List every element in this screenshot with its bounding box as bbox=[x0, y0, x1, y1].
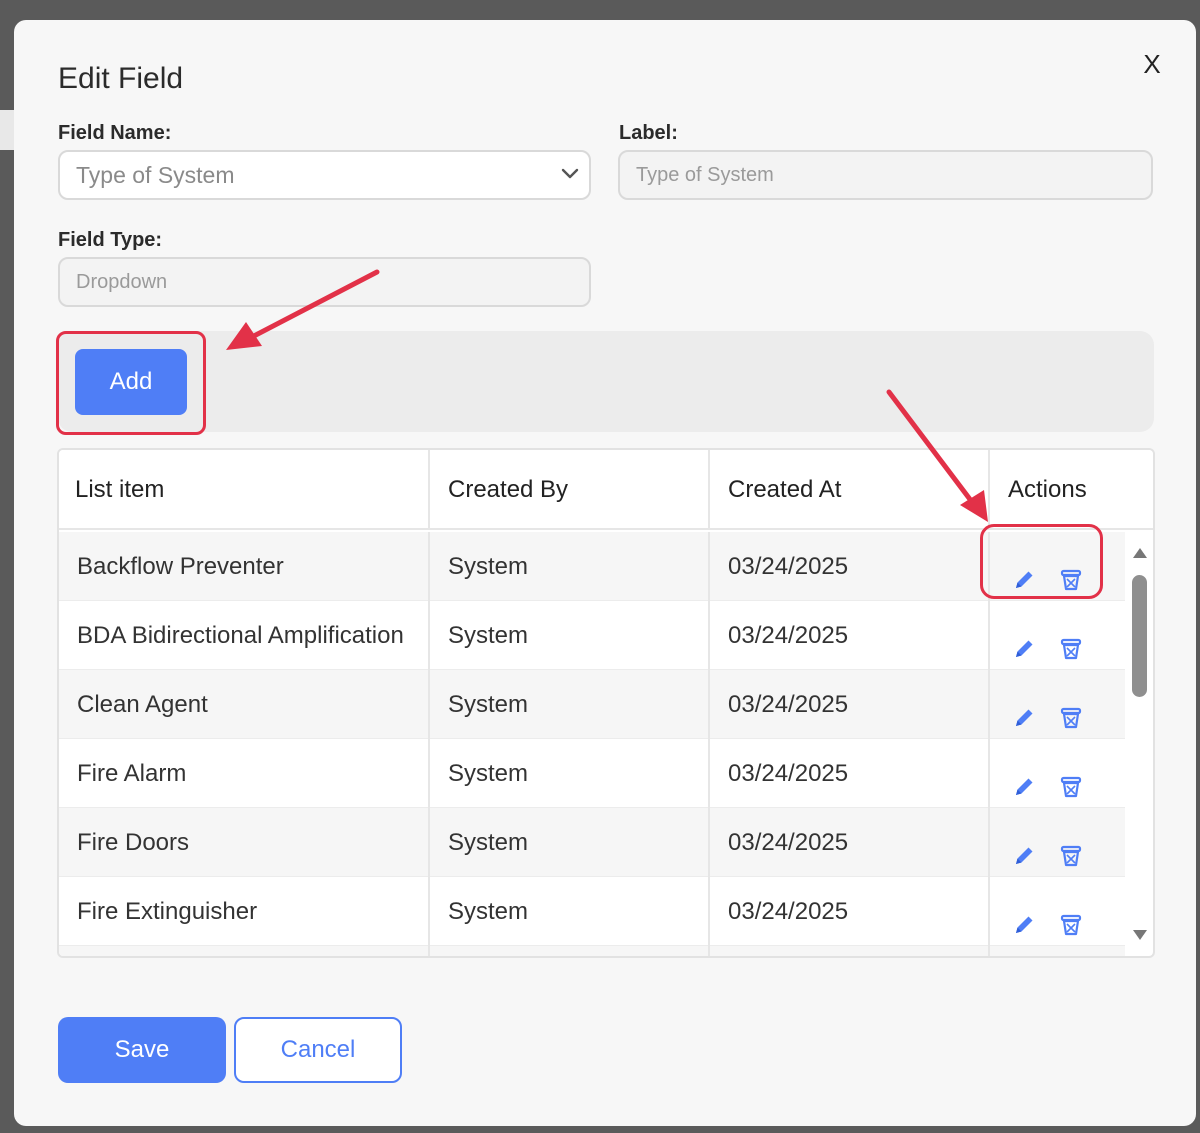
cell-list-item: BDA Bidirectional Amplification bbox=[59, 601, 430, 670]
cell-partial bbox=[59, 946, 430, 956]
scroll-down-arrow-icon[interactable] bbox=[1131, 928, 1149, 942]
cell-created-at: 03/24/2025 bbox=[710, 877, 990, 946]
edit-pencil-icon[interactable] bbox=[1010, 621, 1038, 657]
table-row[interactable]: BDA Bidirectional Amplification System 03/… bbox=[59, 601, 1125, 670]
save-button[interactable]: Save bbox=[58, 1017, 226, 1083]
field-name-label: Field Name: bbox=[58, 122, 172, 144]
delete-trash-icon[interactable] bbox=[1057, 621, 1085, 660]
page-backdrop-strip bbox=[0, 110, 14, 150]
cell-list-item: Fire Doors bbox=[59, 808, 430, 877]
edit-pencil-icon[interactable] bbox=[1010, 897, 1038, 933]
cell-actions bbox=[990, 877, 1125, 946]
scroll-up-arrow-icon[interactable] bbox=[1131, 546, 1149, 560]
column-header-list-item[interactable]: List item bbox=[59, 450, 430, 530]
field-type-label: Field Type: bbox=[58, 229, 163, 251]
edit-pencil-icon[interactable] bbox=[1010, 759, 1038, 795]
delete-trash-icon[interactable] bbox=[1057, 828, 1085, 867]
cell-created-by: System bbox=[430, 808, 710, 877]
actions-highlight bbox=[980, 524, 1103, 599]
cell-actions bbox=[990, 670, 1125, 739]
table-row-partial bbox=[59, 946, 1125, 956]
close-button[interactable]: X bbox=[1136, 48, 1168, 80]
cell-list-item: Fire Alarm bbox=[59, 739, 430, 808]
column-header-created-at[interactable]: Created At bbox=[710, 450, 990, 530]
cell-created-at: 03/24/2025 bbox=[710, 532, 990, 601]
add-panel bbox=[58, 331, 1154, 432]
delete-trash-icon[interactable] bbox=[1057, 759, 1085, 798]
label-field-label: Label: bbox=[619, 122, 678, 144]
cell-list-item: Fire Extinguisher bbox=[59, 877, 430, 946]
cancel-button[interactable]: Cancel bbox=[234, 1017, 402, 1083]
table-header: List item Created By Created At Actions bbox=[59, 450, 1153, 530]
delete-trash-icon[interactable] bbox=[1057, 690, 1085, 729]
edit-pencil-icon[interactable] bbox=[1010, 828, 1038, 864]
cell-created-by: System bbox=[430, 670, 710, 739]
cell-created-at: 03/24/2025 bbox=[710, 601, 990, 670]
chevron-down-icon bbox=[561, 168, 579, 179]
cell-actions bbox=[990, 739, 1125, 808]
cell-list-item: Clean Agent bbox=[59, 670, 430, 739]
cell-partial bbox=[710, 946, 990, 956]
field-name-select[interactable]: Type of System bbox=[58, 150, 591, 200]
cell-created-by: System bbox=[430, 739, 710, 808]
scrollbar-thumb[interactable] bbox=[1132, 575, 1147, 697]
add-button-highlight bbox=[56, 331, 206, 435]
edit-pencil-icon[interactable] bbox=[1010, 690, 1038, 726]
table-row[interactable]: Clean Agent System 03/24/2025 bbox=[59, 670, 1125, 739]
cell-list-item: Backflow Preventer bbox=[59, 532, 430, 601]
table-row[interactable]: Fire Alarm System 03/24/2025 bbox=[59, 739, 1125, 808]
table-row[interactable]: Backflow Preventer System 03/24/2025 bbox=[59, 532, 1125, 601]
table-row[interactable]: Fire Doors System 03/24/2025 bbox=[59, 808, 1125, 877]
column-header-created-by[interactable]: Created By bbox=[430, 450, 710, 530]
cell-created-at: 03/24/2025 bbox=[710, 670, 990, 739]
cell-partial bbox=[430, 946, 710, 956]
label-input[interactable]: Type of System bbox=[618, 150, 1153, 200]
field-type-input[interactable]: Dropdown bbox=[58, 257, 591, 307]
cell-created-by: System bbox=[430, 532, 710, 601]
cell-created-at: 03/24/2025 bbox=[710, 808, 990, 877]
field-name-value: Type of System bbox=[76, 162, 235, 188]
table-row[interactable]: Fire Extinguisher System 03/24/2025 bbox=[59, 877, 1125, 946]
cell-actions bbox=[990, 808, 1125, 877]
dialog-title: Edit Field bbox=[58, 62, 184, 95]
cell-created-by: System bbox=[430, 601, 710, 670]
cell-created-by: System bbox=[430, 877, 710, 946]
delete-trash-icon[interactable] bbox=[1057, 897, 1085, 936]
cell-created-at: 03/24/2025 bbox=[710, 739, 990, 808]
column-header-actions: Actions bbox=[1008, 476, 1087, 503]
cell-actions bbox=[990, 601, 1125, 670]
